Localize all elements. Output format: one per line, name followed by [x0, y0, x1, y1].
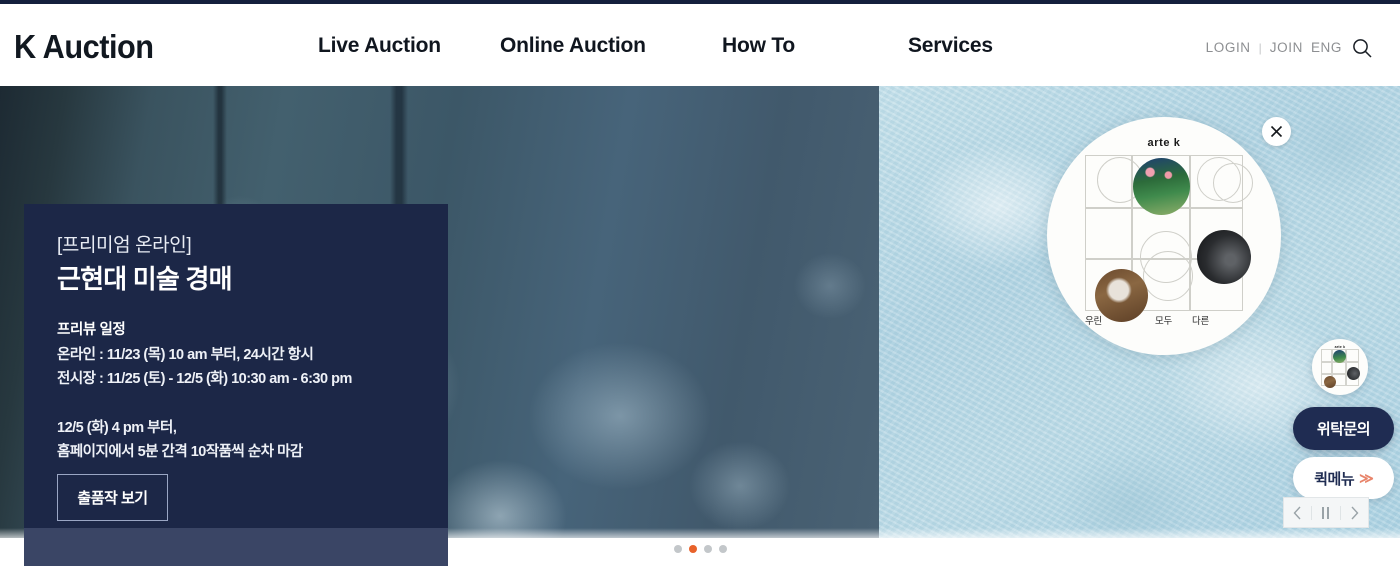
grid-cell	[1085, 208, 1132, 259]
mini-artwork-thumbnail	[1324, 376, 1336, 388]
utility-links: LOGIN | JOIN ENG	[1206, 40, 1342, 55]
chevron-double-right-icon: ≫	[1359, 469, 1374, 486]
artwork-thumbnail-dark	[1197, 230, 1251, 284]
outline-circle	[1143, 251, 1193, 301]
preview-schedule-gallery: 전시장 : 11/25 (토) - 12/5 (화) 10:30 am - 6:…	[57, 370, 352, 387]
slider-controls	[1283, 497, 1369, 528]
quick-menu-label: 퀵메뉴	[1314, 470, 1355, 488]
nav-item-live-auction[interactable]: Live Auction	[318, 34, 441, 58]
artwork-thumbnail-portrait	[1095, 269, 1148, 322]
login-link[interactable]: LOGIN	[1206, 40, 1251, 55]
auction-title: 근현대 미술 경매	[57, 263, 233, 294]
pagination-dot-1[interactable]	[673, 545, 682, 553]
pause-icon[interactable]	[1312, 498, 1339, 527]
closing-note-line-2: 홈페이지에서 5분 간격 10작품씩 순차 마감	[57, 443, 303, 460]
preview-schedule-online: 온라인 : 11/23 (목) 10 am 부터, 24시간 항시	[57, 347, 314, 364]
arte-k-mini-badge[interactable]: arte k	[1312, 339, 1368, 395]
grid-cell	[1332, 362, 1346, 374]
search-icon[interactable]	[1350, 36, 1374, 60]
closing-note-line-1: 12/5 (화) 4 pm 부터,	[57, 420, 177, 437]
join-link[interactable]: JOIN	[1270, 40, 1303, 55]
view-lots-button[interactable]: 출품작 보기	[57, 474, 168, 521]
outline-circle	[1213, 163, 1253, 203]
badge-caption-3: 다른	[1192, 316, 1210, 327]
badge-caption-1: 우린	[1085, 316, 1103, 327]
site-logo[interactable]: K Auction	[14, 28, 154, 66]
pagination-dot-3[interactable]	[703, 545, 712, 553]
hero-info-content: [프리미엄 온라인] 근현대 미술 경매 프리뷰 일정 온라인 : 11/23 …	[57, 234, 430, 464]
site-header: K Auction Live Auction Online Auction Ho…	[0, 4, 1400, 86]
arte-k-artwork-grid	[1085, 155, 1253, 322]
auction-eyebrow: [프리미엄 온라인]	[57, 235, 192, 256]
close-icon[interactable]	[1262, 117, 1291, 146]
pagination-dot-4[interactable]	[718, 545, 727, 553]
nav-item-online-auction[interactable]: Online Auction	[500, 34, 646, 58]
language-link[interactable]: ENG	[1311, 40, 1342, 55]
pause-bars	[1322, 506, 1330, 519]
nav-item-how-to[interactable]: How To	[722, 34, 795, 58]
page-root: K Auction Live Auction Online Auction Ho…	[0, 0, 1400, 572]
preview-schedule-heading: 프리뷰 일정	[57, 322, 126, 339]
grid-cell	[1346, 349, 1359, 362]
quick-menu-button[interactable]: 퀵메뉴 ≫	[1293, 457, 1394, 499]
badge-caption-2: 모두	[1155, 316, 1173, 327]
pagination-dot-2[interactable]	[688, 545, 697, 553]
mini-badge-grid	[1321, 349, 1360, 388]
consignment-inquiry-button[interactable]: 위탁문의	[1293, 407, 1394, 450]
utility-separator: |	[1258, 40, 1262, 55]
grid-cell	[1321, 362, 1332, 374]
closing-note: 12/5 (화) 4 pm 부터, 홈페이지에서 5분 간격 10작품씩 순차 …	[57, 417, 430, 464]
chevron-left-icon[interactable]	[1284, 498, 1311, 527]
nav-item-services[interactable]: Services	[908, 34, 993, 58]
slider-pagination	[0, 545, 1400, 553]
mini-artwork-thumbnail	[1333, 350, 1346, 363]
arte-k-promo-badge[interactable]: arte k 우린 모두 다른 우주에서 Kim JiYeon Y	[1047, 117, 1281, 355]
mini-artwork-thumbnail	[1347, 367, 1360, 380]
grid-cell	[1321, 349, 1332, 362]
chevron-right-icon[interactable]	[1341, 498, 1368, 527]
arte-k-brand-label: arte k	[1147, 137, 1181, 149]
artwork-thumbnail-landscape	[1133, 158, 1190, 215]
